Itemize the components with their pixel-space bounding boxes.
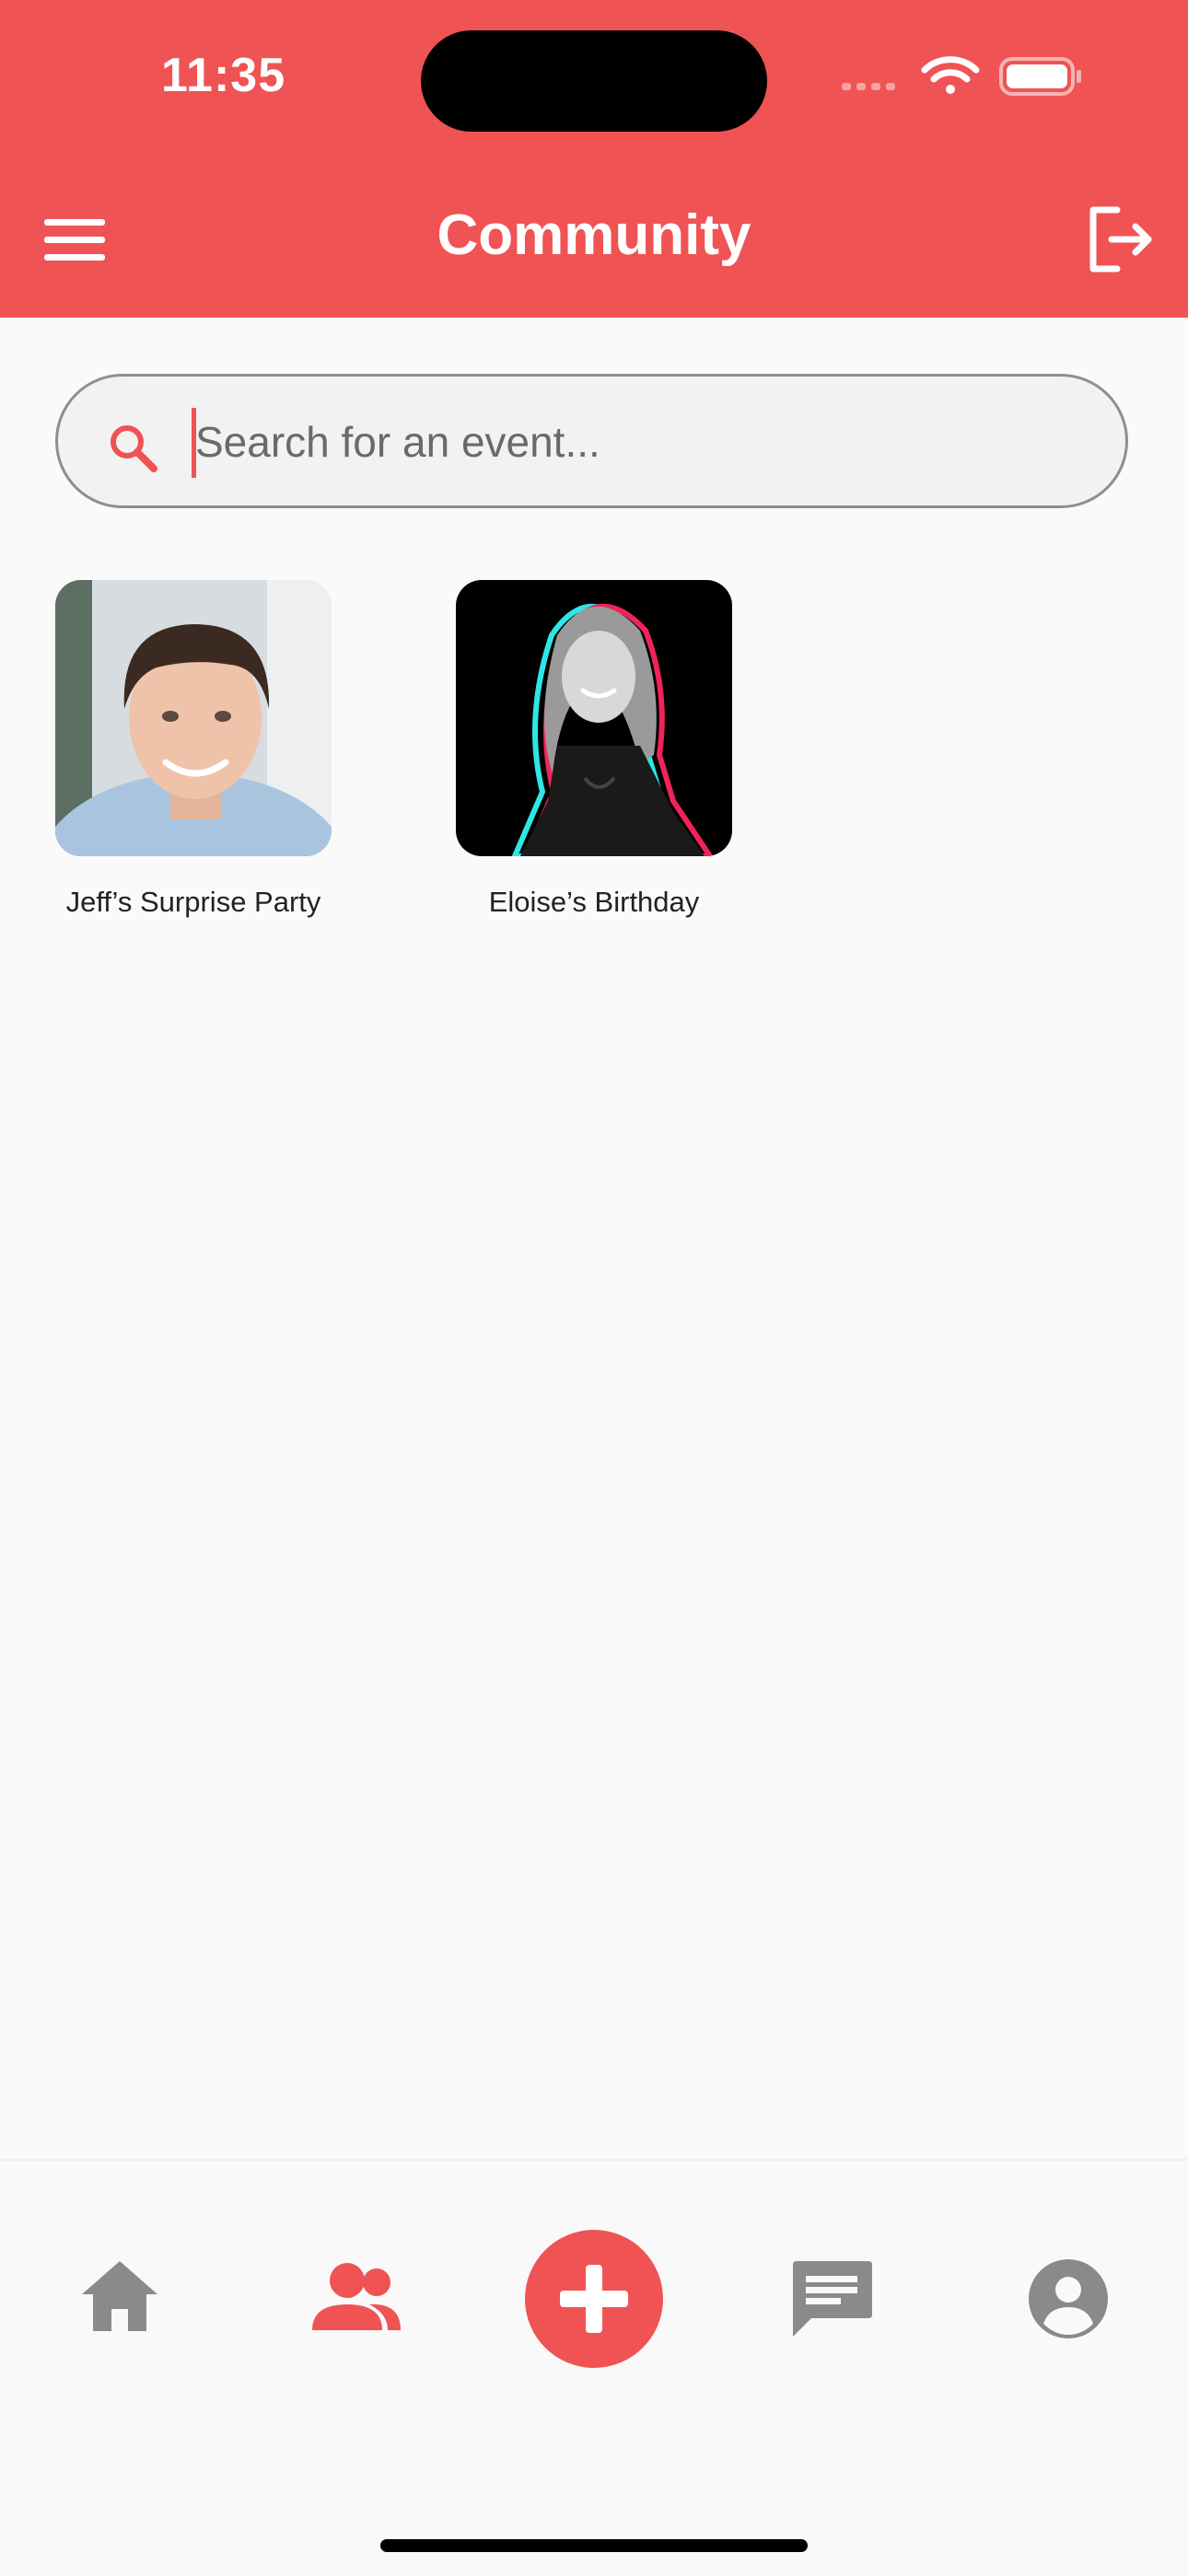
wifi-icon — [921, 56, 980, 94]
battery-icon — [999, 57, 1081, 96]
logout-icon — [1089, 206, 1152, 273]
event-title: Jeff’s Surprise Party — [65, 886, 321, 918]
dynamic-island — [421, 30, 767, 132]
logout-button[interactable] — [1082, 203, 1156, 276]
profile-icon[interactable] — [1027, 2257, 1110, 2340]
chat-icon[interactable] — [789, 2257, 874, 2340]
add-icon — [560, 2265, 628, 2333]
page-title: Community — [437, 203, 751, 267]
home-indicator — [380, 2539, 808, 2552]
event-photo-girl — [456, 580, 732, 856]
app-header: 11:35 Community — [0, 0, 1188, 318]
event-thumbnail[interactable] — [55, 580, 332, 856]
signal-icon — [842, 83, 895, 90]
event-photo-man — [55, 580, 332, 856]
search-icon — [111, 425, 157, 472]
search-input[interactable] — [193, 395, 1081, 489]
community-icon[interactable] — [309, 2260, 404, 2334]
event-title: Eloise’s Birthday — [488, 886, 700, 918]
add-event-button[interactable] — [525, 2230, 663, 2368]
status-icons — [842, 56, 1081, 96]
home-icon[interactable] — [78, 2257, 161, 2335]
event-thumbnail[interactable] — [456, 580, 732, 856]
status-time: 11:35 — [161, 49, 286, 102]
search-bar[interactable] — [55, 374, 1128, 508]
